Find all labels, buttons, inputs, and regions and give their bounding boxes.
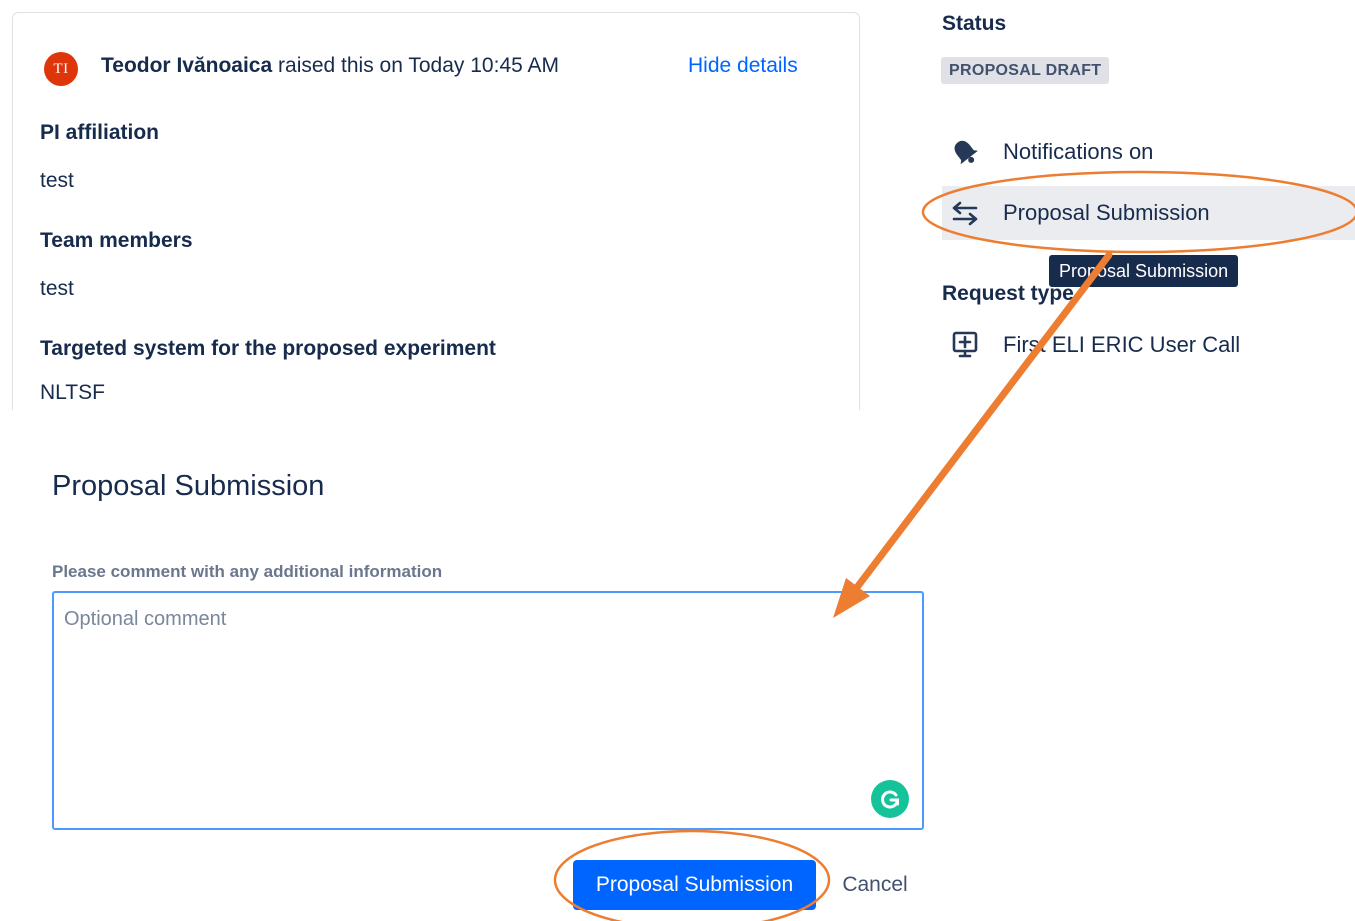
- request-type-value: First ELI ERIC User Call: [1003, 332, 1241, 357]
- raised-by-line: Teodor Ivănoaica raised this on Today 10…: [101, 54, 559, 78]
- raised-timestamp: raised this on Today 10:45 AM: [278, 54, 559, 77]
- comment-label: Please comment with any additional infor…: [52, 562, 443, 581]
- field-value-targeted-system: NLTSF: [40, 381, 105, 404]
- comment-input[interactable]: [52, 591, 924, 830]
- transition-arrows-icon: [942, 200, 988, 226]
- transition-label: Proposal Submission: [1003, 200, 1210, 225]
- field-label-team-members: Team members: [40, 229, 193, 252]
- status-badge[interactable]: PROPOSAL DRAFT: [941, 57, 1110, 84]
- grammarly-icon[interactable]: [871, 780, 909, 818]
- author-name[interactable]: Teodor Ivănoaica: [101, 54, 272, 77]
- status-heading: Status: [942, 12, 1007, 35]
- field-value-team-members: test: [40, 277, 74, 300]
- field-value-pi-affiliation: test: [40, 169, 74, 192]
- bell-icon: [942, 137, 988, 167]
- notifications-label: Notifications on: [1003, 139, 1154, 164]
- cancel-button[interactable]: Cancel: [828, 860, 922, 910]
- request-type: First ELI ERIC User Call: [942, 318, 1355, 372]
- field-label-targeted-system: Targeted system for the proposed experim…: [40, 337, 496, 360]
- dialog-title: Proposal Submission: [52, 470, 325, 502]
- monitor-plus-icon: [942, 330, 988, 360]
- hide-details-link[interactable]: Hide details: [688, 54, 798, 78]
- transition-proposal-submission[interactable]: Proposal Submission: [942, 186, 1355, 240]
- avatar[interactable]: TI: [44, 52, 78, 86]
- field-label-pi-affiliation: PI affiliation: [40, 121, 160, 144]
- notifications-toggle[interactable]: Notifications on: [942, 125, 1355, 179]
- tooltip: Proposal Submission: [1049, 255, 1239, 287]
- proposal-submission-button[interactable]: Proposal Submission: [573, 860, 816, 910]
